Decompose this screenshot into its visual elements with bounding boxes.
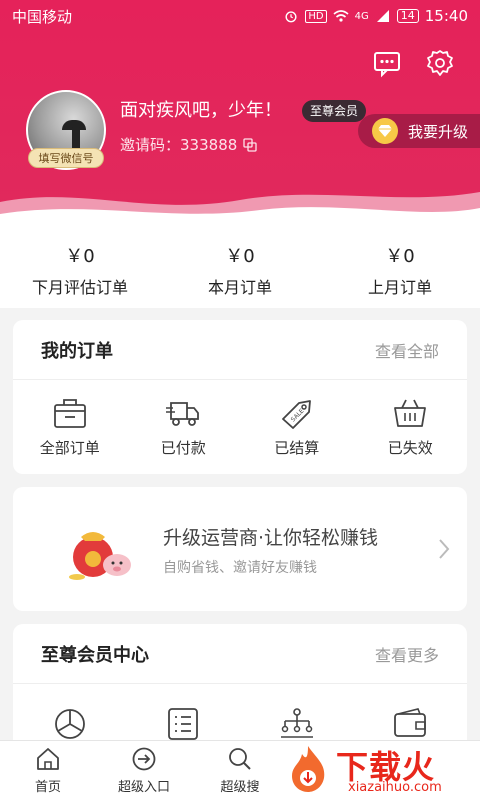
- sale-tag-icon: SALE: [281, 399, 311, 429]
- vip-badge: 至尊会员: [302, 100, 367, 122]
- order-label: 全部订单: [39, 438, 100, 457]
- stat-label: 下月评估订单: [31, 278, 128, 297]
- stat-value: ￥0: [225, 246, 255, 267]
- wifi-icon: [333, 10, 349, 22]
- tab-super-search[interactable]: 超级搜: [192, 741, 288, 800]
- tab-label: 超级入口: [117, 780, 170, 795]
- flame-logo-icon: [292, 746, 325, 792]
- vip-center-header: 至尊会员中心 查看更多: [13, 624, 467, 684]
- lucky-bag-icon: [69, 532, 131, 580]
- delivery-truck-icon: [166, 401, 200, 426]
- order-label: 已结算: [274, 438, 320, 457]
- status-bar: 中国移动 HD 4G 14 15:40: [0, 0, 480, 32]
- profile-header: 中国移动 HD 4G 14 15:40 填写微信号 面对疾风吧，少年！ 至尊会员…: [0, 0, 480, 232]
- upgrade-button[interactable]: 我要升级: [358, 114, 480, 148]
- stat-this-month[interactable]: ￥0 本月订单: [160, 232, 320, 308]
- order-settled[interactable]: SALE 已结算: [240, 380, 354, 474]
- card-title: 我的订单: [41, 340, 113, 362]
- shopping-bag-icon: [53, 398, 86, 428]
- upgrade-promo-banner[interactable]: 升级运营商·让你轻松赚钱 自购省钱、邀请好友赚钱: [13, 487, 467, 611]
- tab-label: 首页: [34, 780, 61, 795]
- signal-icon: [376, 10, 389, 22]
- stat-value: ￥0: [385, 246, 415, 267]
- diamond-icon: [372, 118, 398, 144]
- watermark-url: xiazaihuo.com: [348, 780, 442, 795]
- signal-type: 4G: [354, 10, 369, 22]
- chevron-right-icon: [439, 539, 450, 559]
- order-expired[interactable]: 已失效: [354, 380, 468, 474]
- tab-super-entry[interactable]: 超级入口: [96, 741, 192, 800]
- carrier-name: 中国移动: [12, 7, 73, 26]
- promo-title: 升级运营商·让你轻松赚钱: [163, 527, 379, 549]
- message-icon[interactable]: [372, 48, 402, 78]
- earnings-summary: ￥0 下月评估订单 ￥0 本月订单 ￥0 上月订单: [0, 232, 480, 308]
- watermark: 下载火 xiazaihuo.com: [286, 740, 480, 800]
- alarm-icon: [285, 11, 297, 23]
- copy-icon[interactable]: [243, 137, 257, 152]
- gear-icon[interactable]: [425, 48, 455, 78]
- clock: 15:40: [424, 7, 468, 25]
- hierarchy-icon: [280, 708, 313, 738]
- stat-value: ￥0: [65, 246, 95, 267]
- my-orders-header: 我的订单 查看全部: [13, 320, 467, 380]
- order-paid[interactable]: 已付款: [127, 380, 241, 474]
- upgrade-label: 我要升级: [408, 122, 469, 141]
- list-icon: [168, 708, 199, 740]
- stat-label: 上月订单: [367, 278, 432, 297]
- view-all-link[interactable]: 查看全部: [375, 338, 439, 362]
- view-more-link[interactable]: 查看更多: [375, 642, 439, 666]
- promo-subtitle: 自购省钱、邀请好友赚钱: [163, 560, 317, 576]
- pie-chart-icon: [54, 709, 85, 739]
- search-icon: [229, 748, 251, 770]
- wechat-id-button[interactable]: 填写微信号: [28, 148, 104, 168]
- invite-label: 邀请码：: [120, 136, 181, 154]
- my-orders-card: 我的订单 查看全部 全部订单 已付款 SALE 已结算 已失效: [13, 320, 467, 474]
- invite-code-row: 邀请码： 333888: [120, 134, 257, 155]
- stat-next-month[interactable]: ￥0 下月评估订单: [0, 232, 160, 308]
- battery-level: 14: [396, 9, 419, 23]
- home-icon: [37, 748, 59, 770]
- tab-home[interactable]: 首页: [0, 741, 96, 800]
- basket-icon: [394, 399, 427, 427]
- wallet-icon: [394, 708, 427, 737]
- order-label: 已失效: [387, 438, 433, 457]
- enter-icon: [132, 747, 156, 771]
- stat-last-month[interactable]: ￥0 上月订单: [320, 232, 480, 308]
- order-status-row: 全部订单 已付款 SALE 已结算 已失效: [13, 380, 467, 474]
- card-title: 至尊会员中心: [41, 644, 149, 666]
- header-wave: [0, 192, 480, 232]
- invite-code: 333888: [180, 135, 238, 154]
- tab-label: 超级搜: [220, 780, 260, 795]
- order-all[interactable]: 全部订单: [13, 380, 127, 474]
- hd-badge: HD: [305, 9, 327, 23]
- order-label: 已付款: [160, 438, 206, 457]
- stat-label: 本月订单: [207, 278, 272, 297]
- nickname: 面对疾风吧，少年！: [120, 100, 282, 121]
